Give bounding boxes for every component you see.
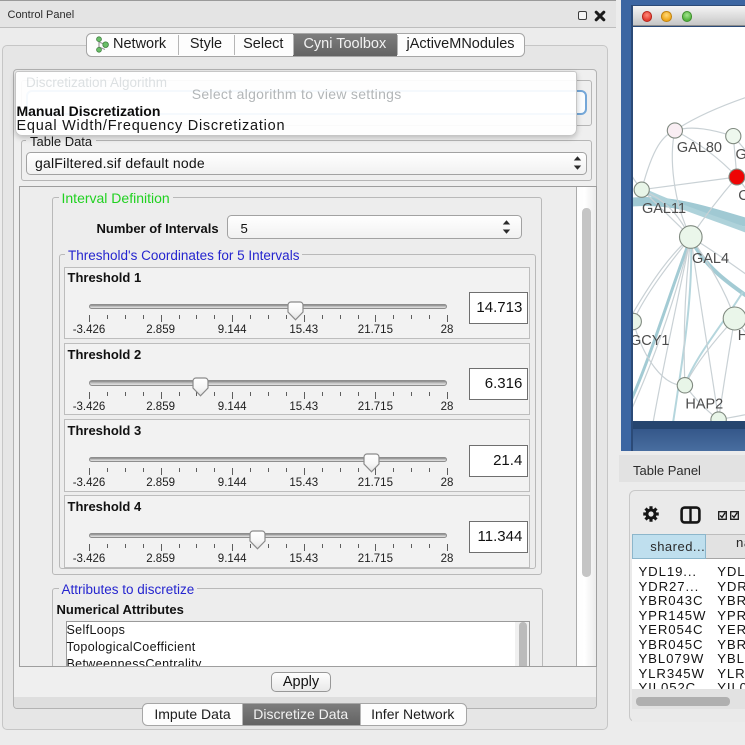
svg-text:GCY1: GCY1 — [633, 332, 669, 348]
svg-text:GAL3: GAL3 — [735, 147, 745, 163]
svg-text:GAL11: GAL11 — [642, 201, 686, 217]
svg-text:HAP: HAP — [737, 327, 745, 343]
svg-text:CYC: CYC — [738, 188, 745, 204]
svg-text:HAP2: HAP2 — [685, 396, 723, 412]
svg-text:GAL4: GAL4 — [692, 250, 729, 266]
svg-text:GAL80: GAL80 — [676, 140, 721, 156]
